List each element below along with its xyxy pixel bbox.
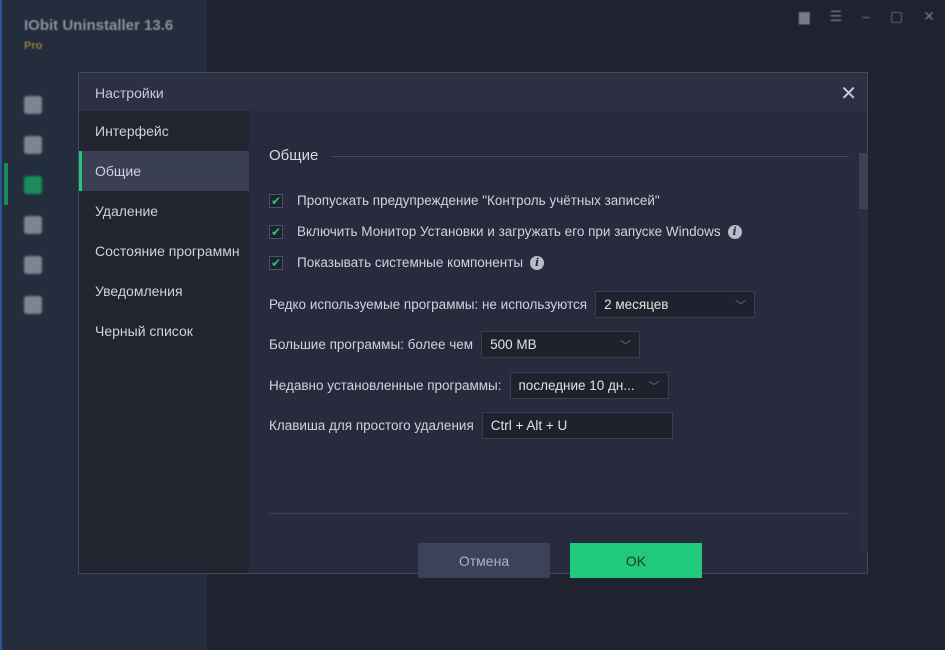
nav-item-notifications[interactable]: Уведомления [79, 271, 249, 311]
checkbox-label: Включить Монитор Установки и загружать е… [297, 224, 721, 239]
section-title: Общие [269, 147, 319, 164]
install-monitor-checkbox[interactable]: ✔ [269, 224, 283, 239]
rarely-used-label: Редко используемые программы: не использ… [269, 297, 588, 312]
dialog-title: Настройки [79, 73, 867, 111]
hotkey-value: Ctrl + Alt + U [490, 418, 568, 433]
recent-programs-select[interactable]: последние 10 дн... ﹀ [509, 372, 669, 399]
large-programs-row: Большие программы: более чем 500 MB ﹀ [269, 331, 641, 358]
info-icon[interactable]: i [530, 255, 545, 270]
checkbox-label: Показывать системные компоненты [297, 255, 524, 270]
checkbox-row-skip-uac: ✔ Пропускать предупреждение "Контроль уч… [269, 193, 660, 208]
settings-nav: Интерфейс Общие Удаление Состояние прогр… [79, 111, 249, 573]
recent-programs-label: Недавно установленные программы: [269, 378, 502, 393]
skip-uac-checkbox[interactable]: ✔ [269, 193, 283, 208]
nav-item-general[interactable]: Общие [79, 151, 249, 191]
nav-item-program-status[interactable]: Состояние программн [79, 231, 249, 271]
rarely-used-select[interactable]: 2 месяцев ﹀ [595, 291, 756, 318]
rarely-used-row: Редко используемые программы: не использ… [269, 291, 756, 318]
ok-button[interactable]: OK [570, 543, 702, 578]
scrollbar[interactable] [859, 153, 868, 553]
checkbox-row-system-components: ✔ Показывать системные компоненты i [269, 255, 545, 270]
hotkey-label: Клавиша для простого удаления [269, 418, 474, 433]
cancel-button[interactable]: Отмена [418, 543, 550, 578]
info-icon[interactable]: i [727, 224, 742, 239]
chevron-down-icon: ﹀ [735, 299, 747, 312]
checkbox-row-install-monitor: ✔ Включить Монитор Установки и загружать… [269, 224, 742, 239]
chevron-down-icon: ﹀ [620, 339, 632, 352]
footer-divider [269, 513, 849, 514]
settings-dialog: Настройки ✕ Интерфейс Общие Удаление Сос… [78, 72, 868, 578]
hotkey-input[interactable]: Ctrl + Alt + U [481, 412, 673, 439]
scrollbar-thumb[interactable] [859, 153, 868, 209]
recent-programs-row: Недавно установленные программы: последн… [269, 372, 669, 399]
nav-item-uninstall[interactable]: Удаление [79, 191, 249, 231]
system-components-checkbox[interactable]: ✔ [269, 255, 283, 270]
select-value: последние 10 дн... [518, 378, 635, 393]
section-divider [331, 156, 849, 157]
hotkey-row: Клавиша для простого удаления Ctrl + Alt… [269, 412, 673, 439]
large-programs-select[interactable]: 500 MB ﹀ [481, 331, 641, 358]
nav-item-blacklist[interactable]: Черный список [79, 311, 249, 351]
settings-content: Общие ✔ Пропускать предупреждение "Контр… [269, 111, 849, 578]
large-programs-label: Большие программы: более чем [269, 337, 474, 352]
select-value: 2 месяцев [604, 297, 669, 312]
close-icon[interactable]: ✕ [840, 81, 857, 106]
select-value: 500 MB [490, 337, 537, 352]
nav-item-interface[interactable]: Интерфейс [79, 111, 249, 151]
checkbox-label: Пропускать предупреждение "Контроль учёт… [297, 193, 660, 208]
chevron-down-icon: ﹀ [648, 380, 660, 393]
